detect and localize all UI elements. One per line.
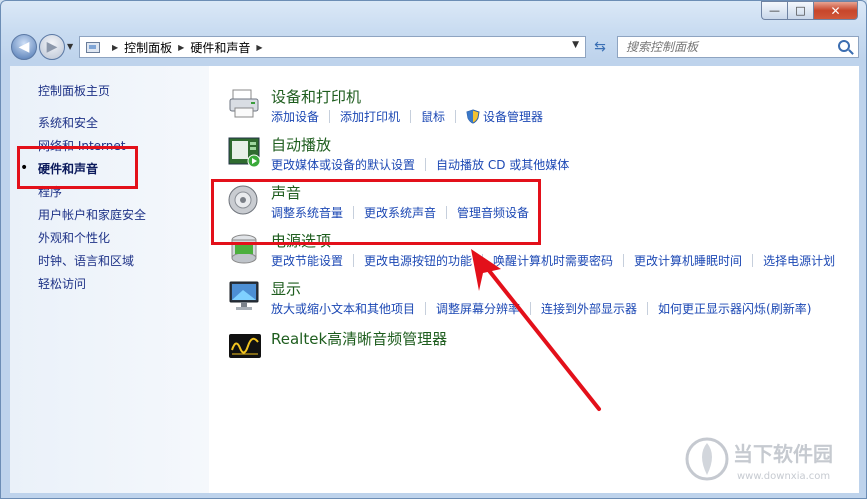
watermark-logo: 当下软件园 www.downxia.com bbox=[685, 437, 833, 482]
watermark-brand: 当下软件园 bbox=[733, 442, 833, 466]
control-panel-window: — □ ✕ ◀ ▶ ▼ ▶ 控制面板 ▶ 硬件和声音 ▶ ▼ ⇆ 控制面板主页 … bbox=[0, 0, 867, 499]
annotation-arrow bbox=[471, 249, 601, 411]
watermark-url: www.downxia.com bbox=[737, 471, 830, 482]
